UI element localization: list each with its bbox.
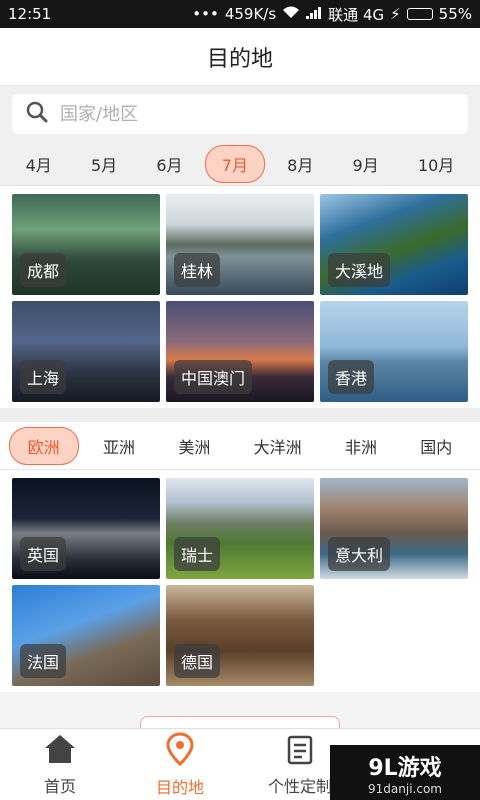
battery-icon	[406, 8, 433, 20]
region-tab-asia[interactable]: 亚洲	[84, 427, 154, 465]
destination-label: 德国	[174, 644, 221, 678]
search-bar	[0, 86, 480, 142]
nav-destination-label: 目的地	[155, 777, 204, 797]
charging-icon: ⚡	[390, 5, 401, 23]
region-destination-grid: 英国 瑞士 意大利 法国 德国	[0, 470, 480, 692]
destination-label: 大溪地	[328, 253, 391, 287]
destination-card-shanghai[interactable]: 上海	[12, 301, 160, 402]
status-bar: 12:51 ••• 459K/s 联通 4G ⚡ 55%	[0, 0, 480, 28]
notification-dots: •••	[192, 5, 219, 23]
month-tab-10[interactable]: 10月	[401, 145, 471, 183]
month-destination-grid: 成都 桂林 大溪地 上海 中国澳门 香港	[0, 186, 480, 408]
destination-card-italy[interactable]: 意大利	[320, 478, 468, 579]
battery-percent: 55%	[438, 5, 472, 23]
month-filter: 4月 5月 6月 7月 8月 9月 10月	[0, 142, 480, 186]
clipboard-icon	[285, 733, 315, 769]
region-tab-oceania[interactable]: 大洋洲	[235, 427, 321, 465]
location-pin-icon	[165, 731, 195, 770]
destination-card-germany[interactable]: 德国	[166, 585, 314, 686]
month-tab-9[interactable]: 9月	[336, 145, 396, 183]
destination-card-switzerland[interactable]: 瑞士	[166, 478, 314, 579]
destination-label: 意大利	[328, 537, 391, 571]
nav-destination[interactable]: 目的地	[120, 729, 240, 800]
home-icon	[43, 733, 77, 769]
month-tab-4[interactable]: 4月	[9, 145, 69, 183]
watermark-url: 91danji.com	[368, 781, 442, 796]
destination-card-uk[interactable]: 英国	[12, 478, 160, 579]
page-title: 目的地	[0, 28, 480, 86]
destination-label: 上海	[20, 360, 67, 394]
destination-label: 瑞士	[174, 537, 221, 571]
status-time: 12:51	[8, 5, 52, 23]
destination-card-chengdu[interactable]: 成都	[12, 194, 160, 295]
month-tab-8[interactable]: 8月	[270, 145, 330, 183]
search-input[interactable]	[60, 103, 420, 125]
nav-home-label: 首页	[43, 776, 76, 796]
month-tab-5[interactable]: 5月	[74, 145, 134, 183]
destination-card-macau[interactable]: 中国澳门	[166, 301, 314, 402]
destination-label: 法国	[20, 644, 67, 678]
wifi-icon	[282, 5, 300, 23]
month-tab-7[interactable]: 7月	[204, 144, 265, 183]
empty-slot	[320, 585, 468, 686]
search-box[interactable]	[12, 94, 468, 134]
nav-home[interactable]: 首页	[0, 729, 120, 800]
region-tab-domestic[interactable]: 国内	[401, 427, 471, 465]
destination-card-france[interactable]: 法国	[12, 585, 160, 686]
month-tab-6[interactable]: 6月	[139, 145, 199, 183]
search-icon	[26, 101, 48, 127]
section-divider	[0, 408, 480, 422]
signal-icon	[306, 5, 322, 23]
destination-card-hongkong[interactable]: 香港	[320, 301, 468, 402]
carrier: 联通 4G	[328, 5, 385, 24]
network-speed: 459K/s	[224, 5, 277, 23]
destination-label: 桂林	[174, 253, 221, 287]
region-tab-africa[interactable]: 非洲	[326, 427, 396, 465]
destination-label: 香港	[328, 360, 375, 394]
watermark-text: 9L游戏	[368, 755, 442, 781]
destination-label: 英国	[20, 537, 67, 571]
destination-card-tahiti[interactable]: 大溪地	[320, 194, 468, 295]
region-filter: 欧洲 亚洲 美洲 大洋洲 非洲 国内	[0, 422, 480, 470]
region-tab-europe[interactable]: 欧洲	[8, 426, 79, 465]
region-tab-americas[interactable]: 美洲	[159, 427, 229, 465]
destination-label: 中国澳门	[174, 360, 253, 394]
nav-custom-label: 个性定制	[267, 776, 332, 796]
destination-label: 成都	[20, 253, 67, 287]
destination-card-guilin[interactable]: 桂林	[166, 194, 314, 295]
watermark-logo: 9L游戏 91danji.com	[330, 745, 480, 800]
